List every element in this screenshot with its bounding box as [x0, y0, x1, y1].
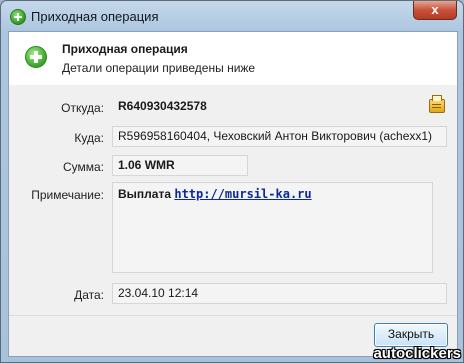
amount-label: Сумма: — [62, 160, 104, 174]
to-field[interactable]: R596958160404, Чеховский Антон Викторови… — [112, 126, 447, 147]
add-circle-icon — [10, 9, 26, 25]
date-field[interactable]: 23.04.10 12:14 — [112, 283, 447, 304]
watermark: autoclickers — [373, 345, 461, 362]
window-title: Приходная операция — [31, 9, 159, 24]
note-text: Выплата — [118, 187, 172, 201]
to-label: Куда: — [74, 131, 104, 145]
close-window-button[interactable]: x — [413, 1, 457, 20]
add-circle-icon — [25, 46, 47, 68]
header-title: Приходная операция — [62, 42, 188, 56]
from-label: Откуда: — [61, 101, 104, 115]
date-label: Дата: — [74, 288, 104, 302]
dialog-header: Приходная операция Детали операции приве… — [9, 32, 457, 85]
footer-divider — [9, 315, 457, 316]
close-button[interactable]: Закрыть — [374, 323, 448, 347]
amount-field[interactable]: 1.06 WMR — [112, 155, 248, 176]
header-divider — [9, 84, 457, 85]
note-label: Примечание: — [31, 188, 104, 202]
note-field[interactable]: Выплата http://mursil-ka.ru — [112, 182, 433, 273]
dialog-body: Приходная операция Детали операции приве… — [8, 31, 458, 357]
header-subtitle: Детали операции приведены ниже — [62, 61, 256, 75]
from-field[interactable]: R640930432578 — [112, 96, 422, 117]
title-bar[interactable]: Приходная операция x — [1, 1, 463, 31]
dialog-window: Приходная операция x Приходная операция … — [0, 0, 464, 363]
clipboard-copy-icon[interactable] — [429, 95, 445, 113]
note-link[interactable]: http://mursil-ka.ru — [174, 187, 311, 201]
